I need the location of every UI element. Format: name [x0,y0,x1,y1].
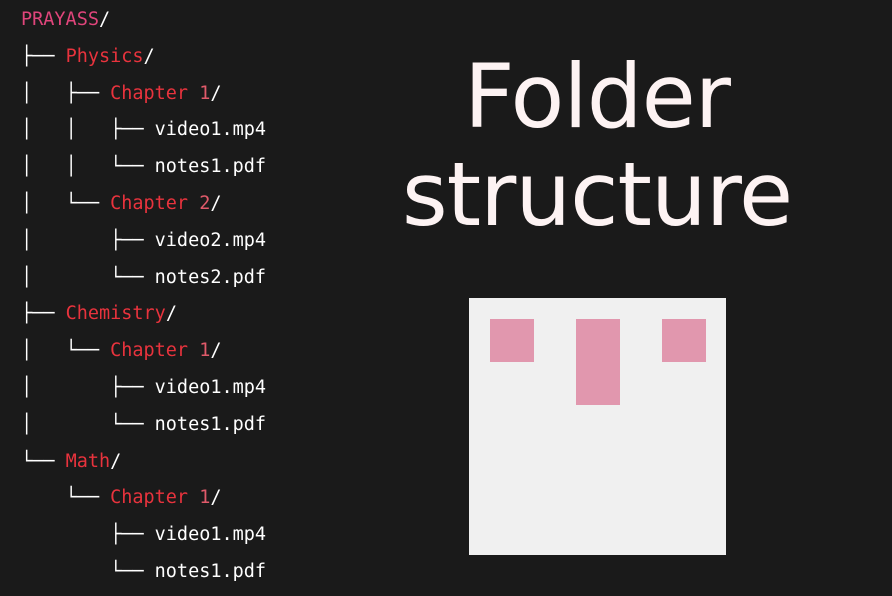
folder-number: 1 [199,82,211,104]
file-name: notes1.pdf [154,413,267,435]
tree-file-line: │ └── notes2.pdf [21,260,266,297]
tree-root-line: PRAYASS/ [21,2,266,39]
tree-file-line: │ ├── video2.mp4 [21,223,266,260]
tree-branch-prefix: │ └── [21,340,111,362]
title-line-1: Folder [464,45,731,148]
tree-folder-line: │ ├── Chapter 1/ [21,76,266,113]
folder-name: Physics [65,45,144,67]
folder-slash: / [165,303,177,325]
folder-name: Chapter [110,82,200,104]
logo-block-left [490,319,534,362]
folder-number: 1 [199,340,211,362]
folder-number: 1 [199,487,211,509]
folder-slash: / [210,82,222,104]
tree-branch-prefix: └── [21,487,111,509]
folder-slash: / [110,450,122,472]
tree-folder-line: │ └── Chapter 1/ [21,333,266,370]
tree-branch-prefix: │ ├── [21,82,111,104]
file-name: notes1.pdf [154,156,267,178]
file-name: notes2.pdf [154,266,267,288]
file-name: video2.mp4 [154,229,267,251]
tree-branch-prefix: ├── [21,524,155,546]
tree-file-line: └── notes1.pdf [21,554,266,591]
tree-folder-line: └── Math/ [21,444,266,481]
folder-slash: / [98,9,111,30]
tree-file-line: │ └── notes1.pdf [21,407,266,444]
tree-file-line: │ │ └── notes1.pdf [21,149,266,186]
tree-branch-prefix: │ └── [21,192,111,214]
folder-name: Chapter [110,487,200,509]
folder-number: 2 [199,192,211,214]
tree-branch-prefix: └── [21,560,155,582]
file-name: video1.mp4 [154,524,267,546]
tree-folder-line: └── Chapter 1/ [21,480,266,517]
tree-file-line: │ │ ├── video1.mp4 [21,112,266,149]
file-name: notes1.pdf [154,560,267,582]
tree-branch-prefix: │ └── [21,266,155,288]
file-name: video1.mp4 [154,119,267,141]
logo-block-right [662,319,706,362]
folder-name: Math [65,450,111,472]
tree-folder-line: ├── Physics/ [21,39,266,76]
folder-tree: PRAYASS/├── Physics/│ ├── Chapter 1/│ │ … [21,2,266,591]
tree-file-line: ├── video1.mp4 [21,517,266,554]
tree-branch-prefix: │ ├── [21,229,155,251]
tree-branch-prefix: └── [21,450,66,472]
tree-folder-line: │ └── Chapter 2/ [21,186,266,223]
tree-branch-prefix: │ ├── [21,376,155,398]
folder-slash: / [210,340,222,362]
folder-name: Chapter [110,192,200,214]
tree-folder-line: ├── Chemistry/ [21,296,266,333]
folder-slash: / [210,192,222,214]
tree-branch-prefix: │ └── [21,413,155,435]
logo-block-center [576,319,620,405]
tree-branch-prefix: │ │ └── [21,156,155,178]
logo-icon [469,298,726,555]
file-name: video1.mp4 [154,376,267,398]
title-line-2: structure [401,143,793,246]
folder-name: Chemistry [65,303,166,325]
tree-file-line: │ ├── video1.mp4 [21,370,266,407]
tree-branch-prefix: ├── [21,45,66,67]
tree-branch-prefix: ├── [21,303,66,325]
folder-name: Chapter [110,340,200,362]
folder-slash: / [210,487,222,509]
folder-name: PRAYASS [21,9,99,30]
tree-branch-prefix: │ │ ├── [21,119,155,141]
folder-slash: / [143,45,155,67]
page-title: Folder structure [372,48,822,244]
